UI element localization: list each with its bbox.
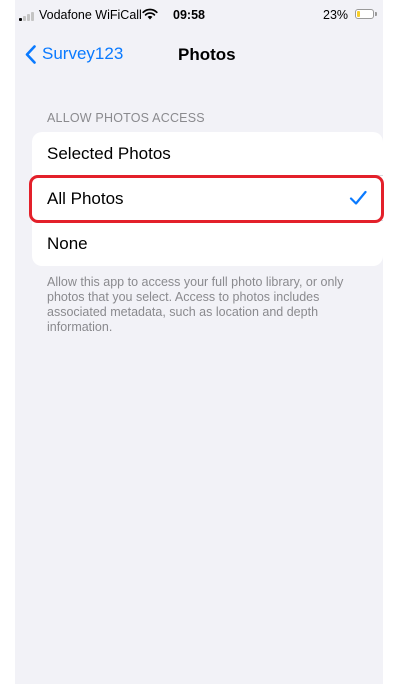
status-bar: Vodafone WiFiCall 09:58 23%	[15, 0, 383, 30]
selection-highlight	[29, 175, 384, 223]
option-label: Selected Photos	[47, 144, 171, 163]
back-button[interactable]: Survey123	[25, 41, 123, 67]
section-footer: Allow this app to access your full photo…	[47, 275, 344, 334]
section-header: ALLOW PHOTOS ACCESS	[47, 111, 205, 125]
chevron-left-icon	[25, 44, 36, 64]
page-title: Photos	[178, 45, 236, 64]
signal-icon	[19, 12, 35, 21]
option-selected-photos[interactable]: Selected Photos	[32, 132, 383, 176]
carrier-name: Vodafone WiFiCall	[39, 8, 142, 22]
battery-icon	[355, 9, 374, 19]
wifi-icon	[142, 8, 158, 20]
battery-percentage: 23%	[323, 8, 349, 22]
navigation-bar: Survey123 Photos	[15, 36, 383, 72]
battery-level	[357, 11, 360, 17]
option-none[interactable]: None	[32, 222, 383, 266]
option-label: None	[47, 234, 88, 253]
settings-screen: Vodafone WiFiCall 09:58 23% Survey123 Ph…	[15, 0, 384, 684]
back-button-label: Survey123	[42, 44, 124, 63]
battery-tip	[375, 12, 377, 16]
status-time: 09:58	[173, 8, 205, 22]
